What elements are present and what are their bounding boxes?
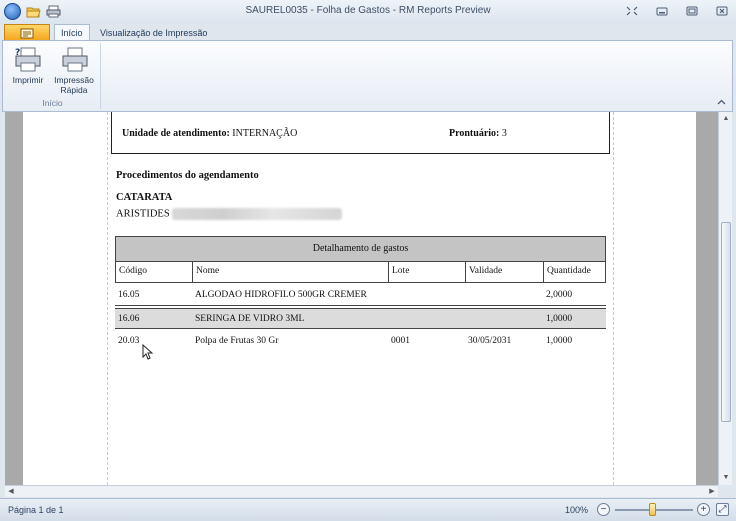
prontuario-label: Prontuário: (449, 128, 500, 139)
table-row: 16.05 ALGODAO HIDROFILO 500GR CREMER 2,0… (115, 285, 606, 306)
table-title: Detalhamento de gastos (115, 236, 606, 262)
zoom-out-button[interactable]: − (597, 503, 610, 516)
col-header-lote: Lote (389, 262, 466, 282)
cell-codigo: 20.03 (118, 336, 140, 346)
report-page: Unidade de atendimento: INTERNAÇÃO Pront… (23, 112, 696, 485)
unidade-value: INTERNAÇÃO (232, 128, 298, 139)
zoom-in-button[interactable]: + (697, 503, 710, 516)
quick-print-button[interactable]: Impressão Rápida (53, 45, 95, 95)
file-menu-icon (20, 28, 34, 38)
vertical-scrollbar[interactable]: ▲ ▼ (718, 112, 732, 485)
unidade-field: Unidade de atendimento: INTERNAÇÃO (122, 128, 297, 139)
right-margin-line (613, 112, 614, 485)
cell-lote: 0001 (391, 336, 410, 346)
scroll-left-icon[interactable]: ◀ (5, 486, 17, 498)
collapse-ribbon-icon[interactable] (717, 98, 726, 108)
prontuario-field: Prontuário: 3 (449, 128, 507, 139)
patient-line: ARISTIDES (116, 208, 342, 220)
col-header-nome: Nome (193, 262, 389, 282)
resize-icon[interactable] (624, 4, 640, 18)
svg-text:?: ? (15, 48, 20, 58)
status-bar: Página 1 de 1 100% − + ⤢ (0, 498, 736, 521)
title-bar: SAUREL0035 - Folha de Gastos - RM Report… (0, 0, 736, 24)
cell-nome: Polpa de Frutas 30 Gr (195, 336, 279, 346)
page-indicator: Página 1 de 1 (8, 505, 64, 515)
col-header-quantidade: Quantidade (547, 266, 591, 276)
mouse-cursor-icon (142, 343, 154, 365)
minimize-icon[interactable] (654, 4, 670, 18)
cell-quantidade: 2,0000 (546, 290, 573, 300)
scroll-up-icon[interactable]: ▲ (719, 112, 733, 126)
zoom-slider-thumb[interactable] (649, 503, 656, 516)
cell-quantidade: 1,0000 (546, 314, 573, 324)
ribbon-group-inicio: ? Imprimir Impressão Rápida Início (5, 43, 101, 109)
quick-print-label-1: Impressão (54, 75, 94, 85)
scroll-right-icon[interactable]: ▶ (706, 486, 718, 498)
cell-codigo: 16.05 (118, 290, 140, 300)
ribbon: ? Imprimir Impressão Rápida Início (2, 40, 733, 112)
procedimentos-title: Procedimentos do agendamento (116, 170, 259, 181)
vertical-scroll-thumb[interactable] (721, 222, 731, 422)
report-preview-window: SAUREL0035 - Folha de Gastos - RM Report… (0, 0, 736, 521)
print-button[interactable]: ? Imprimir (7, 45, 49, 85)
procedure-name: CATARATA (116, 192, 173, 203)
quick-printer-icon (62, 47, 88, 72)
fit-page-button[interactable]: ⤢ (716, 503, 729, 516)
patient-name: ARISTIDES (116, 208, 170, 220)
cell-quantidade: 1,0000 (546, 336, 573, 346)
maximize-icon[interactable] (684, 4, 700, 18)
preview-area[interactable]: Unidade de atendimento: INTERNAÇÃO Pront… (5, 112, 718, 485)
window-controls (624, 4, 730, 18)
table-row: 16.06 SERINGA DE VIDRO 3ML 1,0000 (115, 308, 606, 329)
printer-icon: ? (15, 47, 41, 72)
group-label-inicio: Início (42, 98, 63, 108)
col-header-validade: Validade (466, 262, 544, 282)
scroll-down-icon[interactable]: ▼ (719, 471, 733, 485)
ribbon-tabs: Início Visualização de Impressão (0, 24, 736, 41)
tab-visualizacao-impressao[interactable]: Visualização de Impressão (94, 24, 213, 41)
table-header-row: Código Nome Lote Validade Quantidade (115, 262, 606, 283)
prontuario-value: 3 (501, 128, 507, 139)
unidade-label: Unidade de atendimento: (122, 128, 230, 139)
redacted-name-blur (171, 208, 342, 220)
horizontal-scrollbar[interactable]: ◀ ▶ (5, 485, 718, 497)
close-icon[interactable] (714, 4, 730, 18)
patient-info-box: Unidade de atendimento: INTERNAÇÃO Pront… (111, 112, 610, 154)
tab-inicio[interactable]: Início (54, 24, 90, 41)
cell-nome: ALGODAO HIDROFILO 500GR CREMER (195, 290, 367, 300)
table-row: 20.03 Polpa de Frutas 30 Gr 0001 30/05/2… (115, 331, 606, 352)
cell-codigo: 16.06 (118, 314, 140, 324)
zoom-percentage: 100% (565, 505, 589, 515)
left-margin-line (107, 112, 108, 485)
col-header-codigo: Código (116, 262, 193, 282)
cell-nome: SERINGA DE VIDRO 3ML (195, 314, 305, 324)
file-menu-button[interactable] (4, 24, 50, 41)
cell-validade: 30/05/2031 (468, 336, 512, 346)
quick-print-label-2: Rápida (60, 85, 88, 95)
print-label: Imprimir (12, 75, 44, 85)
